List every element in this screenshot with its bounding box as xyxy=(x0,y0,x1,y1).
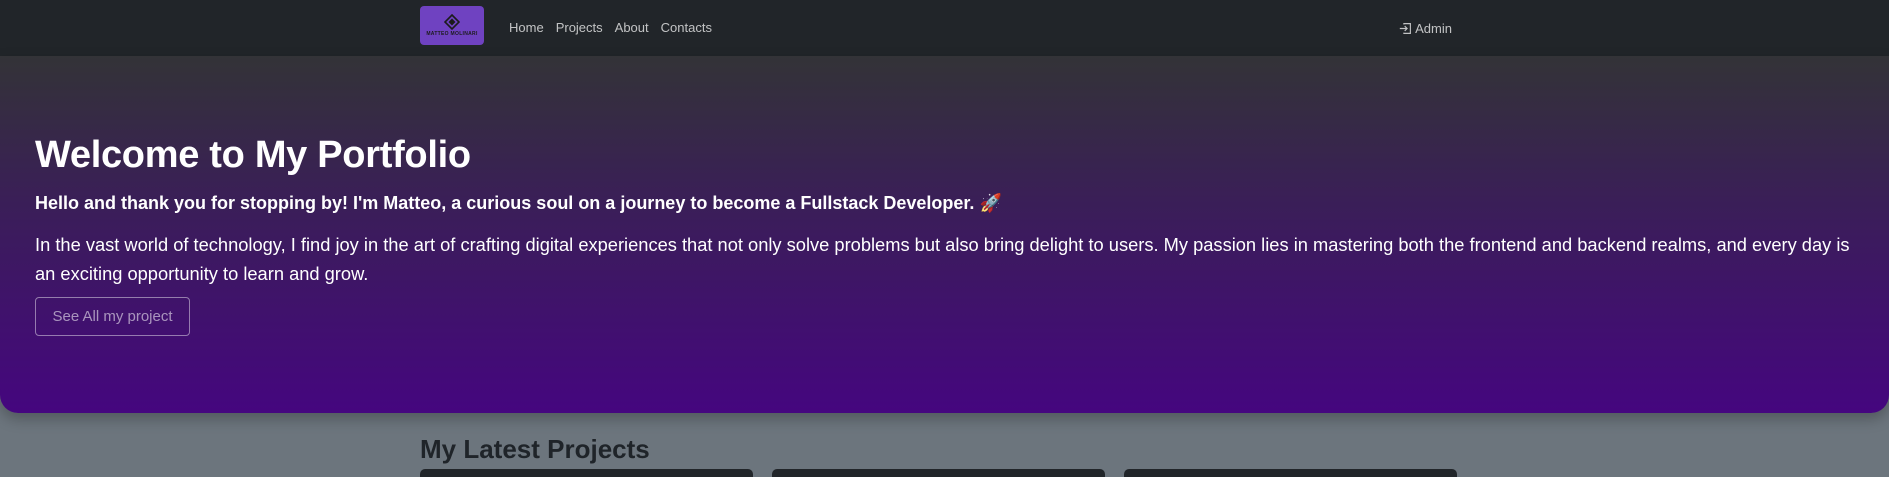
project-card[interactable] xyxy=(772,469,1105,477)
navbar-container: MATTEO MOLINARI Home Projects About Cont… xyxy=(420,0,1452,56)
project-card[interactable] xyxy=(1124,469,1457,477)
hero-lead: Hello and thank you for stopping by! I'm… xyxy=(35,193,1002,213)
hero-section: Welcome to My Portfolio Hello and thank … xyxy=(0,56,1889,413)
nav-links: Home Projects About Contacts xyxy=(503,0,718,56)
brand-logo[interactable]: MATTEO MOLINARI xyxy=(420,6,484,45)
hero-paragraph: In the vast world of technology, I find … xyxy=(35,234,1850,284)
admin-label: Admin xyxy=(1415,20,1452,36)
nav-link-projects[interactable]: Projects xyxy=(550,0,609,56)
brand-text: MATTEO MOLINARI xyxy=(426,31,478,37)
latest-projects-title: My Latest Projects xyxy=(420,434,650,464)
nav-link-contacts[interactable]: Contacts xyxy=(655,0,718,56)
hero-title: Welcome to My Portfolio xyxy=(35,134,471,176)
navbar: MATTEO MOLINARI Home Projects About Cont… xyxy=(0,0,1889,56)
diamond-logo-icon xyxy=(444,14,460,30)
nav-link-about[interactable]: About xyxy=(609,0,655,56)
see-all-projects-button[interactable]: See All my project xyxy=(35,297,190,336)
nav-link-home[interactable]: Home xyxy=(503,0,550,56)
admin-login-link[interactable]: Admin xyxy=(1399,0,1452,56)
login-icon xyxy=(1399,22,1412,34)
project-card[interactable] xyxy=(420,469,753,477)
